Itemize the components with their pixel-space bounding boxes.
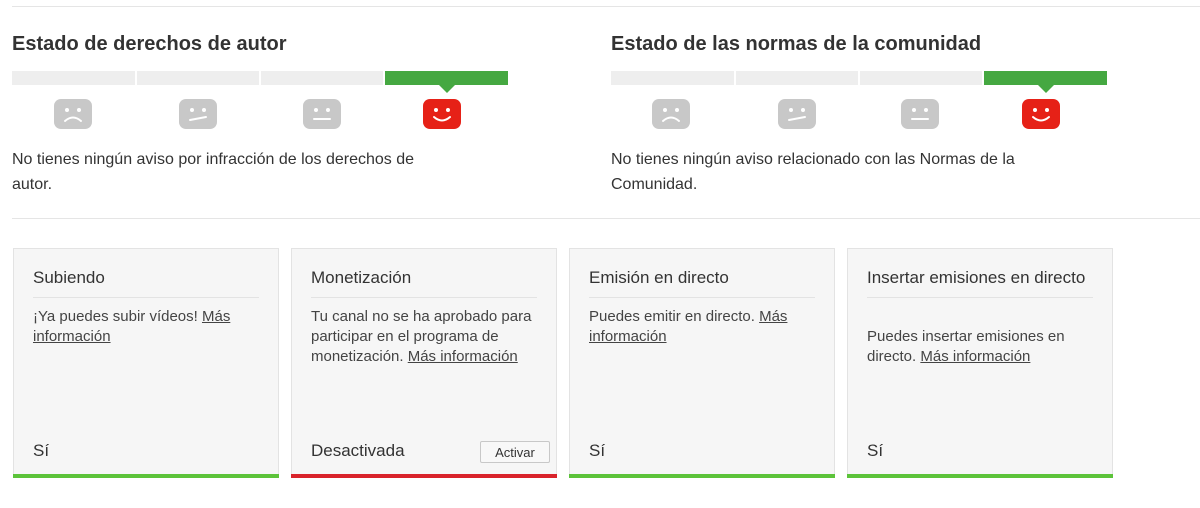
sad-face-icon — [652, 99, 690, 129]
card-description-text: ¡Ya puedes subir vídeos! — [33, 308, 202, 325]
happy-face-icon — [423, 99, 461, 129]
status-bar-green — [13, 474, 279, 478]
feature-card-monetization: Monetización Tu canal no se ha aprobado … — [291, 248, 557, 478]
card-description-text: Puedes emitir en directo. — [589, 308, 760, 325]
card-status-value: Sí — [33, 441, 50, 460]
card-status-value: Sí — [589, 441, 606, 460]
community-status-message: No tienes ningún aviso relacionado con l… — [611, 151, 1015, 193]
community-meter-seg-1 — [611, 71, 734, 85]
card-description: Tu canal no se ha aprobado para particip… — [311, 307, 537, 367]
card-title: Subiendo — [33, 267, 259, 298]
status-bar-green — [847, 474, 1113, 478]
feature-card-embed-live: Insertar emisiones en directo Puedes ins… — [847, 248, 1113, 478]
status-bar-red — [291, 474, 557, 478]
copyright-faces — [12, 85, 508, 129]
card-title: Monetización — [311, 267, 537, 298]
copyright-status-section: Estado de derechos de autor No tienes ni… — [12, 30, 508, 197]
skeptical-face-icon — [179, 99, 217, 129]
skeptical-face-icon — [778, 99, 816, 129]
middle-divider — [12, 218, 1200, 219]
copyright-meter-seg-4-active — [385, 71, 508, 93]
status-bar-green — [569, 474, 835, 478]
feature-card-uploading: Subiendo ¡Ya puedes subir vídeos! Más in… — [13, 248, 279, 478]
activate-button[interactable]: Activar — [480, 441, 550, 463]
sad-face-icon — [54, 99, 92, 129]
copyright-status-title: Estado de derechos de autor — [12, 33, 287, 55]
top-divider — [12, 6, 1200, 7]
community-meter-seg-2 — [736, 71, 858, 85]
community-status-section: Estado de las normas de la comunidad No … — [611, 30, 1107, 197]
card-status-value: Sí — [867, 441, 884, 460]
card-status-value: Desactivada — [311, 441, 405, 460]
community-faces — [611, 85, 1107, 129]
card-description: Puedes insertar emisiones en directo. Má… — [867, 327, 1093, 367]
copyright-meter-seg-2 — [137, 71, 259, 85]
copyright-meter-seg-3 — [261, 71, 383, 85]
community-meter-seg-4-active — [984, 71, 1107, 93]
neutral-face-icon — [901, 99, 939, 129]
card-title: Insertar emisiones en directo — [867, 267, 1093, 298]
copyright-status-message: No tienes ningún aviso por infracción de… — [12, 151, 415, 193]
card-title: Emisión en directo — [589, 267, 815, 298]
community-status-title: Estado de las normas de la comunidad — [611, 33, 982, 55]
more-info-link[interactable]: Más información — [920, 348, 1030, 365]
happy-face-icon — [1022, 99, 1060, 129]
community-meter — [611, 71, 1107, 93]
copyright-meter-seg-1 — [12, 71, 135, 85]
card-description: Puedes emitir en directo. Más informació… — [589, 307, 815, 347]
neutral-face-icon — [303, 99, 341, 129]
community-meter-seg-3 — [860, 71, 982, 85]
copyright-meter — [12, 71, 508, 93]
feature-card-live-streaming: Emisión en directo Puedes emitir en dire… — [569, 248, 835, 478]
card-description: ¡Ya puedes subir vídeos! Más información — [33, 307, 259, 347]
more-info-link[interactable]: Más información — [408, 348, 518, 365]
